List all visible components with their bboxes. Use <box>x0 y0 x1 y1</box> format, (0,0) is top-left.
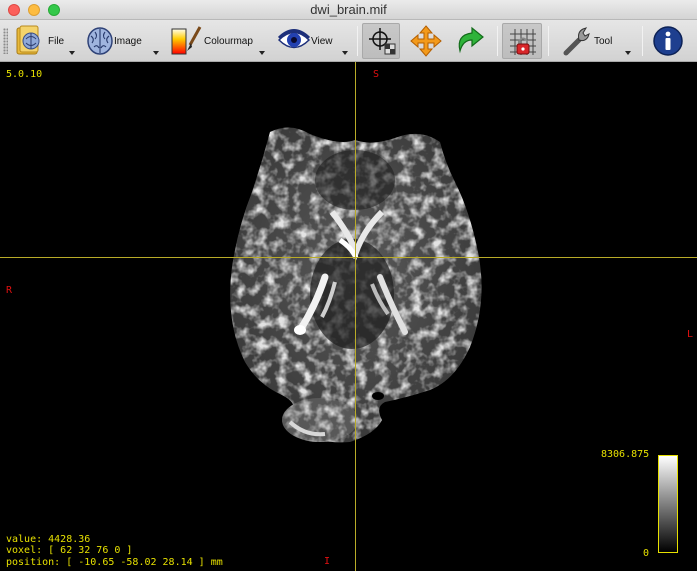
position-readout: position: [ -10.65 -58.02 28.14 ] mm <box>6 557 223 568</box>
orientation-label-right: L <box>687 329 694 340</box>
view-menu-label: View <box>311 36 333 47</box>
brain-icon <box>87 27 113 55</box>
chevron-down-icon <box>625 51 631 55</box>
crosshair-icon <box>369 28 396 55</box>
toolbar-separator <box>357 26 358 56</box>
image-menu-button[interactable]: Image <box>84 20 162 62</box>
lock-to-grid-button[interactable] <box>502 23 542 59</box>
crosshair-horizontal-line <box>0 257 697 258</box>
chevron-down-icon <box>69 51 75 55</box>
tool-menu-label: Tool <box>594 36 613 47</box>
toolbar-grip[interactable] <box>3 28 8 54</box>
crosshair-mode-button[interactable] <box>362 23 400 59</box>
rotate-arrow-icon <box>458 26 484 54</box>
info-icon <box>653 26 683 56</box>
image-viewport[interactable]: 5.0.10 S R L I value: 4428.36 voxel: [ 6… <box>0 62 697 571</box>
info-button[interactable] <box>650 20 686 62</box>
colorbar-min-label: 0 <box>643 548 650 559</box>
rotate-mode-button[interactable] <box>450 20 490 62</box>
grid-lock-icon <box>510 29 536 55</box>
main-toolbar: File Image Colourmap View Tool <box>0 20 697 62</box>
chevron-down-icon <box>153 51 159 55</box>
file-menu-label: File <box>48 36 65 47</box>
colorbar-max-label: 8306.875 <box>601 449 650 460</box>
crosshair-vertical-line <box>355 62 356 571</box>
folder-brain-icon <box>16 25 40 55</box>
version-label: 5.0.10 <box>6 69 43 80</box>
value-readout: value: 4428.36 <box>6 534 91 545</box>
orientation-label-bottom: I <box>324 556 331 567</box>
orientation-label-top: S <box>373 69 380 80</box>
wrench-icon <box>563 27 590 56</box>
view-menu-button[interactable]: View <box>276 20 352 62</box>
tool-menu-button[interactable]: Tool <box>560 20 636 62</box>
colour-gradient-brush-icon <box>171 26 202 55</box>
colourmap-menu-label: Colourmap <box>204 36 253 47</box>
toolbar-separator <box>497 26 498 56</box>
eye-icon <box>278 29 310 49</box>
voxel-readout: voxel: [ 62 32 76 0 ] <box>6 545 133 556</box>
chevron-down-icon <box>342 51 348 55</box>
colourmap-menu-button[interactable]: Colourmap <box>168 20 270 62</box>
title-bar: dwi_brain.mif <box>0 0 697 20</box>
brain-slice-image <box>230 127 482 443</box>
app-window: dwi_brain.mif File Image Colourmap View … <box>0 0 697 571</box>
file-menu-button[interactable]: File <box>12 20 78 62</box>
window-title: dwi_brain.mif <box>310 2 387 17</box>
pan-mode-button[interactable] <box>405 20 445 62</box>
colorbar <box>658 455 678 553</box>
toolbar-separator <box>548 26 549 56</box>
orientation-label-left: R <box>6 285 13 296</box>
chevron-down-icon <box>259 51 265 55</box>
move-arrows-icon <box>410 25 442 57</box>
toolbar-separator <box>642 26 643 56</box>
image-menu-label: Image <box>114 36 142 47</box>
